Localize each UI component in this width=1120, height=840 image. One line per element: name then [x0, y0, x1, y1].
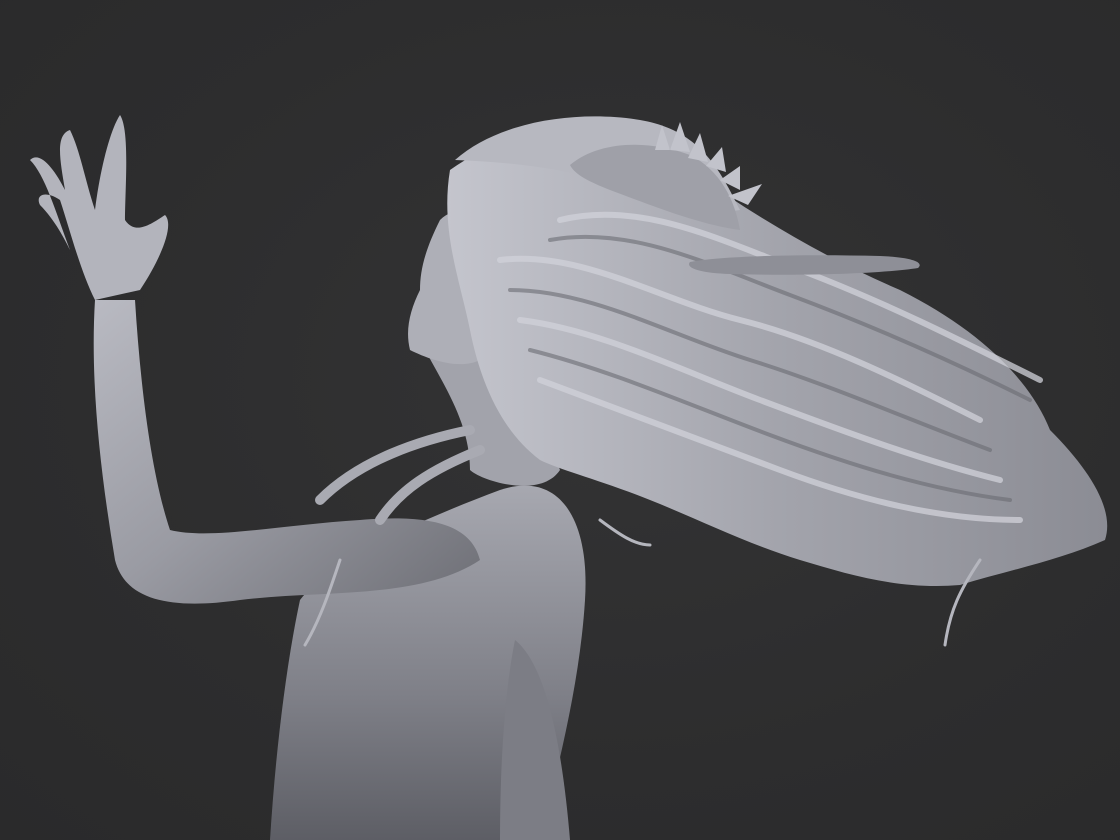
loose-strands — [315, 425, 485, 525]
hat-disk-shape — [689, 255, 920, 275]
sculpture-render — [30, 115, 1108, 840]
hand-shape — [30, 115, 169, 300]
sculpt-viewport — [0, 0, 1120, 840]
